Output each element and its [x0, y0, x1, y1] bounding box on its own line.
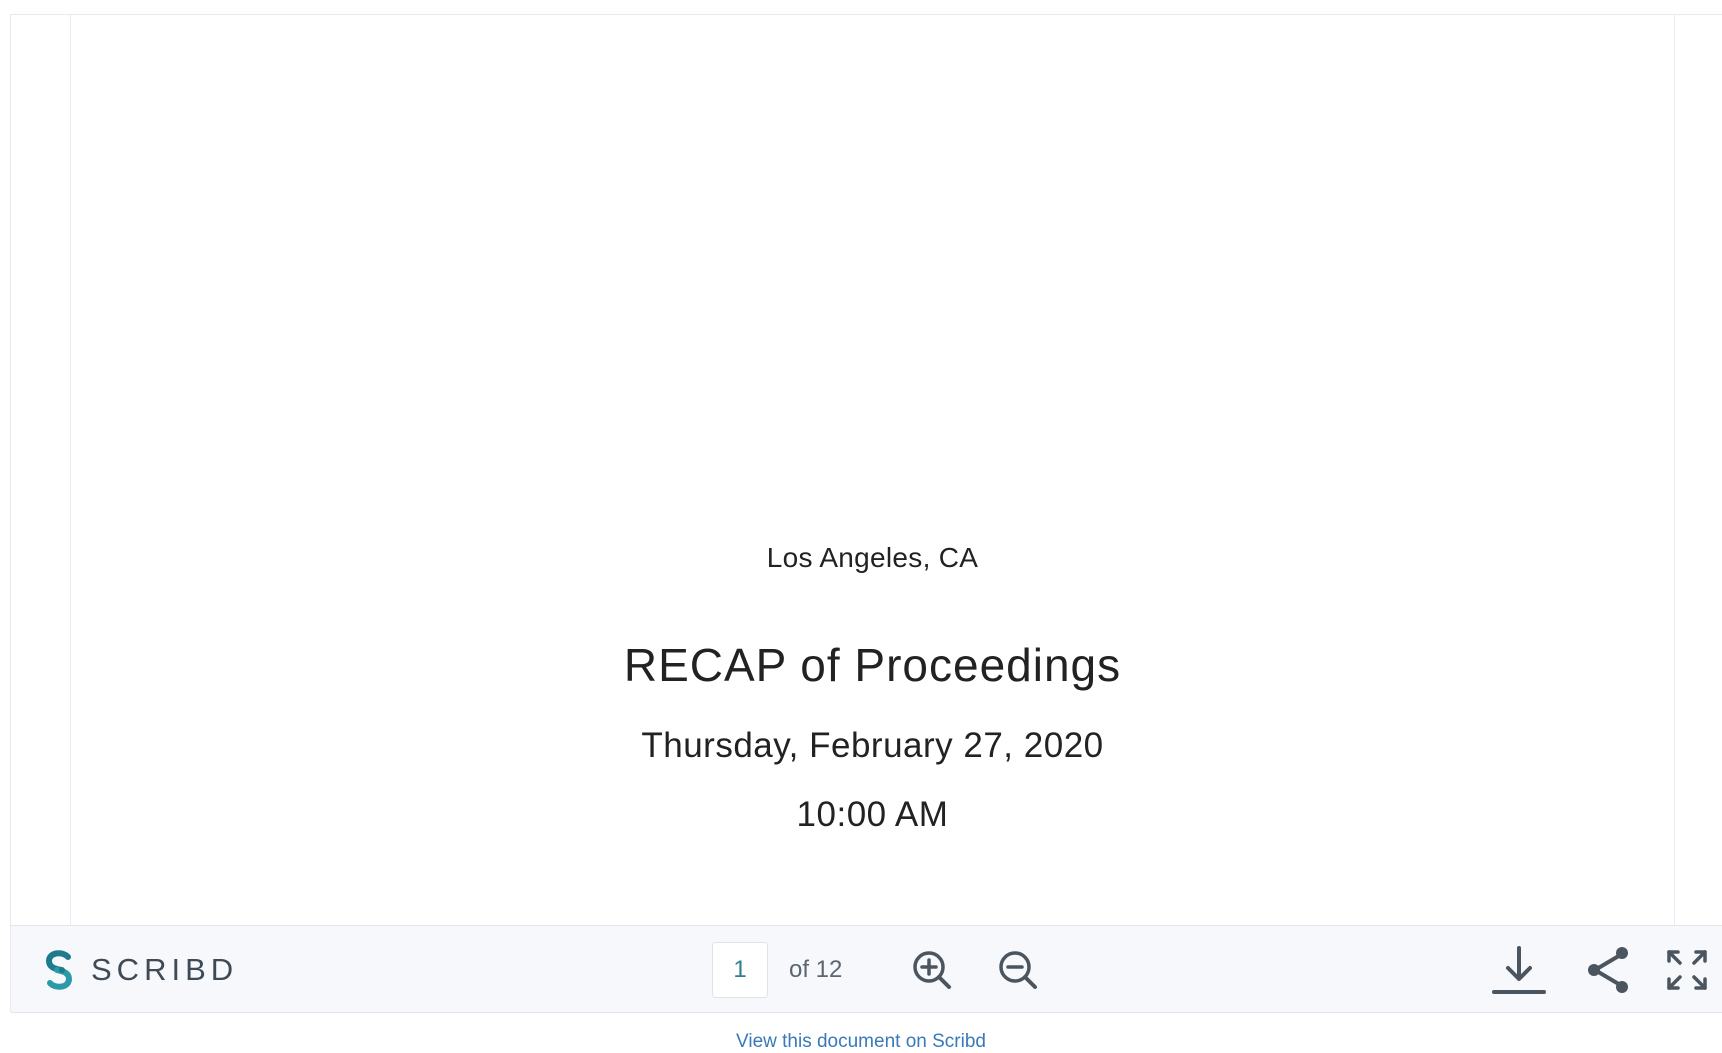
zoom-in-icon — [910, 948, 954, 992]
scribd-embed-viewer: Los Angeles, CA RECAP of Proceedings Thu… — [10, 14, 1722, 1013]
scribd-logo-icon — [41, 948, 77, 992]
download-icon — [1491, 944, 1547, 996]
document-viewport[interactable]: Los Angeles, CA RECAP of Proceedings Thu… — [11, 15, 1722, 925]
document-time: 10:00 AM — [796, 795, 949, 834]
page-count-label: of 12 — [789, 956, 843, 983]
share-button[interactable] — [1585, 945, 1633, 995]
page-navigator: of 12 — [712, 942, 843, 998]
current-page-input[interactable] — [712, 942, 768, 998]
fullscreen-icon — [1665, 948, 1709, 992]
scribd-brand-link[interactable]: SCRIBD — [41, 948, 238, 992]
fullscreen-button[interactable] — [1665, 948, 1709, 992]
share-icon — [1585, 945, 1633, 995]
document-title: RECAP of Proceedings — [623, 639, 1122, 691]
scribd-wordmark: SCRIBD — [91, 952, 239, 987]
download-button[interactable] — [1492, 946, 1546, 994]
zoom-in-button[interactable] — [910, 948, 954, 992]
document-location: Los Angeles, CA — [766, 542, 979, 573]
zoom-out-icon — [996, 948, 1040, 992]
viewer-toolbar: SCRIBD of 12 — [11, 925, 1722, 1013]
view-on-scribd-link[interactable]: View this document on Scribd — [0, 1031, 1722, 1053]
document-page: Los Angeles, CA RECAP of Proceedings Thu… — [70, 15, 1675, 925]
zoom-out-button[interactable] — [996, 948, 1040, 992]
document-date: Thursday, February 27, 2020 — [641, 726, 1104, 765]
